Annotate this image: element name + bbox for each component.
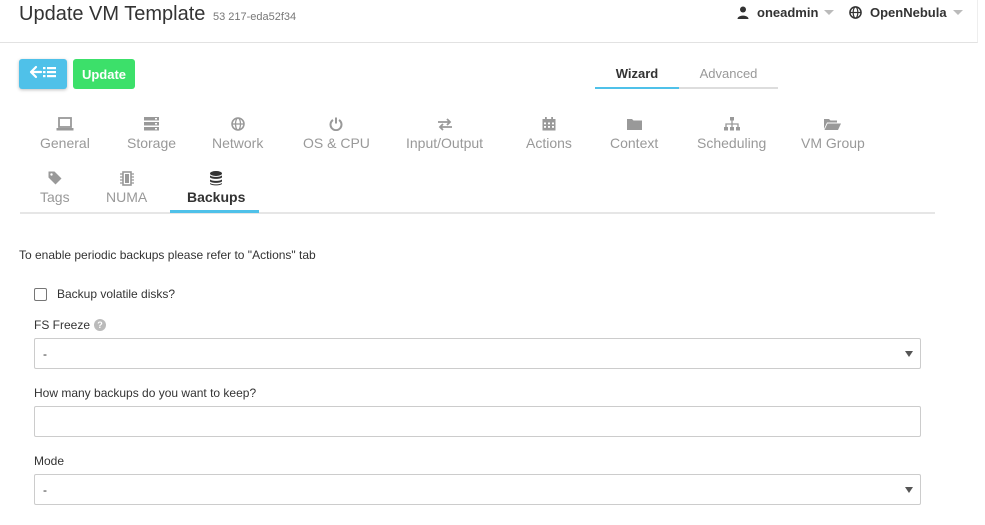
fs-freeze-label-row: FS Freeze ?: [34, 318, 107, 332]
tab-label: Input/Output: [406, 135, 484, 151]
tab-advanced[interactable]: Advanced: [679, 62, 778, 87]
back-to-list-button[interactable]: [19, 59, 67, 89]
section-tabs: General Storage Network OS & CPU Input/O…: [20, 110, 935, 214]
fs-freeze-label: FS Freeze: [34, 318, 91, 332]
chevron-down-icon: [952, 10, 963, 15]
mode-label-row: Mode: [34, 454, 64, 468]
tag-icon: [48, 169, 62, 187]
fs-freeze-value: -: [43, 346, 47, 361]
tab-context[interactable]: Context: [610, 115, 658, 151]
tab-label: OS & CPU: [303, 135, 370, 151]
mode-value: -: [43, 482, 47, 497]
database-icon: [210, 169, 223, 187]
tab-label: Storage: [127, 135, 177, 151]
update-button[interactable]: Update: [73, 59, 135, 89]
tab-label: General: [40, 135, 90, 151]
user-icon: [737, 6, 749, 19]
tab-label: Network: [212, 135, 264, 151]
globe-icon: [230, 115, 245, 133]
tab-label: Tags: [40, 189, 70, 205]
tab-label: Actions: [526, 135, 572, 151]
chevron-down-icon: [905, 487, 913, 493]
zone-name: OpenNebula: [870, 5, 947, 20]
zone-menu[interactable]: OpenNebula: [849, 5, 963, 20]
chevron-down-icon: [905, 351, 913, 357]
tab-label: NUMA: [106, 189, 148, 205]
page-title: Update VM Template 53 217-eda52f34: [19, 3, 296, 26]
mode-tabs: Wizard Advanced: [595, 62, 778, 89]
tab-backups[interactable]: Backups: [187, 169, 245, 205]
tab-label: Context: [610, 135, 659, 151]
active-tab-indicator: [170, 210, 259, 213]
calendar-icon: [542, 115, 556, 133]
laptop-icon: [56, 115, 74, 133]
globe-icon: [849, 6, 862, 19]
tab-storage[interactable]: Storage: [127, 115, 176, 151]
help-icon[interactable]: ?: [94, 319, 107, 331]
back-list-icon: [29, 65, 57, 84]
template-id: 53 217-eda52f34: [212, 11, 297, 23]
user-menu[interactable]: oneadmin: [737, 5, 835, 20]
storage-icon: [144, 115, 160, 133]
sitemap-icon: [723, 115, 740, 133]
page-title-text: Update VM Template: [19, 3, 206, 25]
folder-open-icon: [824, 115, 842, 133]
tab-wizard[interactable]: Wizard: [595, 62, 679, 89]
chevron-down-icon: [824, 10, 835, 15]
tab-vm-group[interactable]: VM Group: [801, 115, 865, 151]
tab-network[interactable]: Network: [212, 115, 263, 151]
chip-icon: [119, 169, 134, 187]
tab-os-cpu[interactable]: OS & CPU: [303, 115, 370, 151]
keep-backups-label: How many backups do you want to keep?: [34, 386, 257, 400]
power-icon: [329, 115, 343, 133]
tab-label: VM Group: [801, 135, 865, 151]
backup-volatile-row[interactable]: Backup volatile disks?: [34, 287, 175, 301]
keep-label-row: How many backups do you want to keep?: [34, 386, 256, 400]
mode-label: Mode: [34, 454, 65, 468]
folder-icon: [626, 115, 642, 133]
keep-backups-input[interactable]: [34, 406, 921, 437]
tab-actions[interactable]: Actions: [526, 115, 572, 151]
mode-select[interactable]: -: [34, 474, 921, 505]
tab-scheduling[interactable]: Scheduling: [697, 115, 766, 151]
tab-tags[interactable]: Tags: [40, 169, 70, 205]
page-header: Update VM Template 53 217-eda52f34 onead…: [0, 0, 978, 43]
backup-info-text: To enable periodic backups please refer …: [19, 248, 316, 262]
tab-numa[interactable]: NUMA: [106, 169, 147, 205]
exchange-icon: [437, 115, 453, 133]
backup-volatile-label: Backup volatile disks?: [57, 287, 176, 301]
tab-label: Scheduling: [697, 135, 767, 151]
tab-input-output[interactable]: Input/Output: [406, 115, 483, 151]
backup-volatile-checkbox[interactable]: [34, 287, 47, 301]
user-name: oneadmin: [757, 5, 819, 20]
tab-general[interactable]: General: [40, 115, 90, 151]
tab-label: Backups: [187, 189, 246, 205]
fs-freeze-select[interactable]: -: [34, 338, 921, 369]
